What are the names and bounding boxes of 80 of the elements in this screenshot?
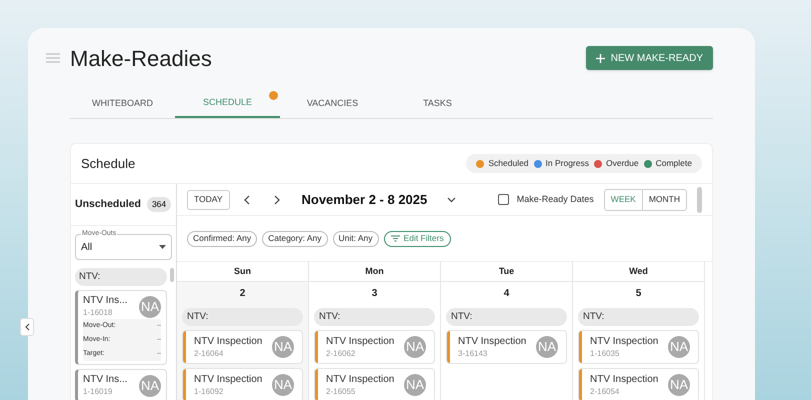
tab[interactable]: VACANCIES: [280, 90, 385, 118]
card-title: NTV Ins...: [83, 294, 128, 307]
event-card[interactable]: NTV Inspection 2-16062 NA: [314, 330, 435, 364]
unscheduled-title: Unscheduled: [75, 196, 141, 212]
avatar: NA: [139, 296, 161, 318]
event-title: NTV Inspection: [590, 372, 660, 386]
avatar: NA: [404, 374, 426, 396]
scrollbar[interactable]: [170, 268, 174, 282]
event-title: NTV Inspection: [194, 334, 264, 348]
group-label: NTV:: [182, 308, 303, 326]
unit-number: 2-16054: [590, 386, 620, 398]
scrollbar[interactable]: [697, 186, 702, 212]
legend-label: Overdue: [606, 157, 639, 170]
tab[interactable]: TASKS: [385, 90, 490, 118]
unit-number: 1-16018: [83, 307, 114, 319]
checkbox[interactable]: [498, 194, 509, 205]
event-title: NTV Inspection: [194, 372, 264, 386]
unit-number: 2-16064: [194, 348, 224, 360]
day-header: Wed: [573, 262, 704, 282]
new-make-ready-button[interactable]: NEW MAKE-READY: [586, 46, 713, 70]
filter-chip[interactable]: Category: Any: [262, 230, 328, 246]
filter-icon: [390, 235, 400, 242]
avatar: NA: [404, 336, 426, 358]
day-number: 4: [502, 286, 510, 300]
group-label: NTV:: [75, 268, 167, 286]
avatar: NA: [272, 374, 294, 396]
day-header: Tue: [441, 262, 572, 282]
day-number: 2: [238, 286, 246, 300]
unit-number: 3-16143: [458, 348, 488, 360]
card-title: NTV Ins...: [83, 373, 128, 386]
day-header: Mon: [309, 262, 440, 282]
avatar: NA: [139, 374, 161, 396]
event-card[interactable]: NTV Inspection 2-16055 NA: [314, 368, 435, 400]
legend-label: In Progress: [546, 157, 589, 170]
previous-icon[interactable]: [244, 194, 250, 204]
avatar: NA: [536, 336, 558, 358]
today-button[interactable]: TODAY: [187, 190, 230, 210]
next-icon[interactable]: [274, 194, 280, 204]
tab[interactable]: WHITEBOARD: [70, 90, 175, 118]
group-label: NTV:: [446, 308, 567, 326]
count-badge: 364: [146, 197, 172, 212]
event-title: NTV Inspection: [458, 334, 528, 348]
group-label: NTV:: [314, 308, 435, 326]
view-toggle[interactable]: MONTH: [642, 190, 686, 210]
date-range: November 2 - 8 2025: [302, 190, 428, 209]
unit-number: 2-16055: [326, 386, 356, 398]
avatar: NA: [272, 336, 294, 358]
chevron-left-icon: [24, 323, 30, 331]
select-value: All: [81, 240, 94, 254]
filter-chip[interactable]: Confirmed: Any: [187, 230, 258, 246]
day-number: 3: [370, 286, 378, 300]
event-card[interactable]: NTV Inspection 3-16143 NA: [446, 330, 567, 364]
legend-label: Scheduled: [488, 157, 529, 170]
unit-number: 2-16062: [326, 348, 356, 360]
tab[interactable]: SCHEDULE: [175, 90, 280, 118]
unit-number: 1-16019: [83, 386, 114, 398]
edit-filters-button[interactable]: Edit Filters: [384, 230, 451, 246]
unit-number: 1-16092: [194, 386, 224, 398]
filter-chip[interactable]: Unit: Any: [332, 230, 379, 246]
group-label: NTV:: [578, 308, 699, 326]
checkbox-label: Make-Ready Dates: [516, 192, 594, 206]
collapse-button[interactable]: [20, 318, 34, 336]
event-card[interactable]: NTV Inspection 1-16035 NA: [578, 330, 699, 364]
unscheduled-card[interactable]: NTV Ins... 1-16019 NA: [75, 369, 167, 400]
event-card[interactable]: NTV Inspection 1-16092 NA: [182, 368, 303, 400]
page-title: Make-Readies: [70, 44, 212, 72]
avatar: NA: [668, 374, 690, 396]
event-card[interactable]: NTV Inspection 2-16054 NA: [578, 368, 699, 400]
panel-title: Schedule: [81, 154, 136, 173]
event-title: NTV Inspection: [590, 334, 660, 348]
legend-label: Complete: [656, 157, 692, 170]
event-title: NTV Inspection: [326, 334, 396, 348]
event-card[interactable]: NTV Inspection 2-16064 NA: [182, 330, 303, 364]
dropdown-caret-icon: [159, 245, 166, 249]
chevron-down-icon[interactable]: [447, 196, 456, 202]
unit-number: 1-16035: [590, 348, 620, 360]
day-number: 5: [634, 286, 642, 300]
event-title: NTV Inspection: [326, 372, 396, 386]
avatar: NA: [668, 336, 690, 358]
plus-icon: [596, 54, 605, 62]
